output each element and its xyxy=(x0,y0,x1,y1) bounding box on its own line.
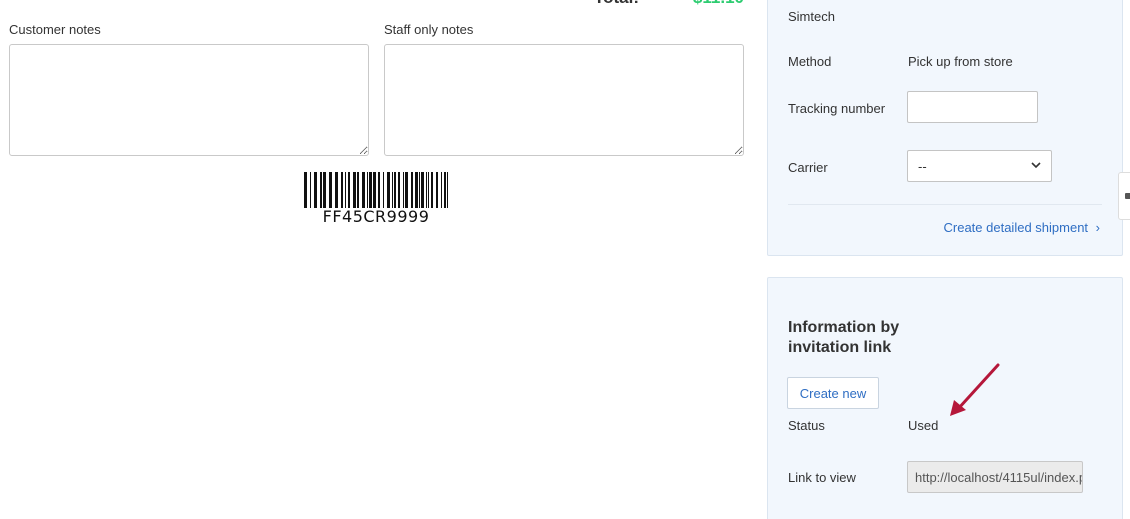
invitation-title: Information by invitation link xyxy=(788,319,900,356)
create-new-button[interactable]: Create new xyxy=(787,377,879,409)
arrow-icon xyxy=(944,362,1004,423)
customer-notes-textarea[interactable] xyxy=(9,44,369,156)
method-value: Pick up from store xyxy=(908,54,1013,69)
staff-notes-label: Staff only notes xyxy=(384,22,474,37)
tracking-number-label: Tracking number xyxy=(788,101,886,116)
create-shipment-link-text: Create detailed shipment xyxy=(943,220,1089,235)
shipping-company: Simtech xyxy=(788,9,835,24)
status-value: Used xyxy=(908,418,939,433)
link-to-view-field[interactable]: http://localhost/4115ul/index.php xyxy=(907,461,1083,493)
carrier-select[interactable]: -- xyxy=(907,150,1052,182)
tracking-number-input[interactable] xyxy=(907,91,1038,123)
status-label: Status xyxy=(788,418,825,433)
staff-notes-textarea[interactable] xyxy=(384,44,744,156)
side-panel-toggle[interactable] xyxy=(1118,172,1130,220)
barcode-image xyxy=(303,172,449,208)
link-to-view-label: Link to view xyxy=(788,470,856,485)
chevron-down-icon xyxy=(1031,161,1041,172)
panel-divider xyxy=(788,204,1102,205)
carrier-label: Carrier xyxy=(788,160,828,175)
create-detailed-shipment-link[interactable]: Create detailed shipment › xyxy=(944,220,1101,235)
customer-notes-label: Customer notes xyxy=(9,22,101,37)
handle-icon xyxy=(1125,193,1130,199)
barcode-code: FF45CR9999 xyxy=(322,207,430,226)
method-label: Method xyxy=(788,54,832,69)
total-label: Total: xyxy=(594,0,639,8)
total-value: $11.10 xyxy=(693,0,744,8)
order-total: Total: $11.10 xyxy=(0,0,744,10)
carrier-selected-value: -- xyxy=(918,158,927,174)
chevron-right-icon: › xyxy=(1095,220,1100,235)
shipping-panel: Simtech Method Pick up from store Tracki… xyxy=(767,0,1123,256)
